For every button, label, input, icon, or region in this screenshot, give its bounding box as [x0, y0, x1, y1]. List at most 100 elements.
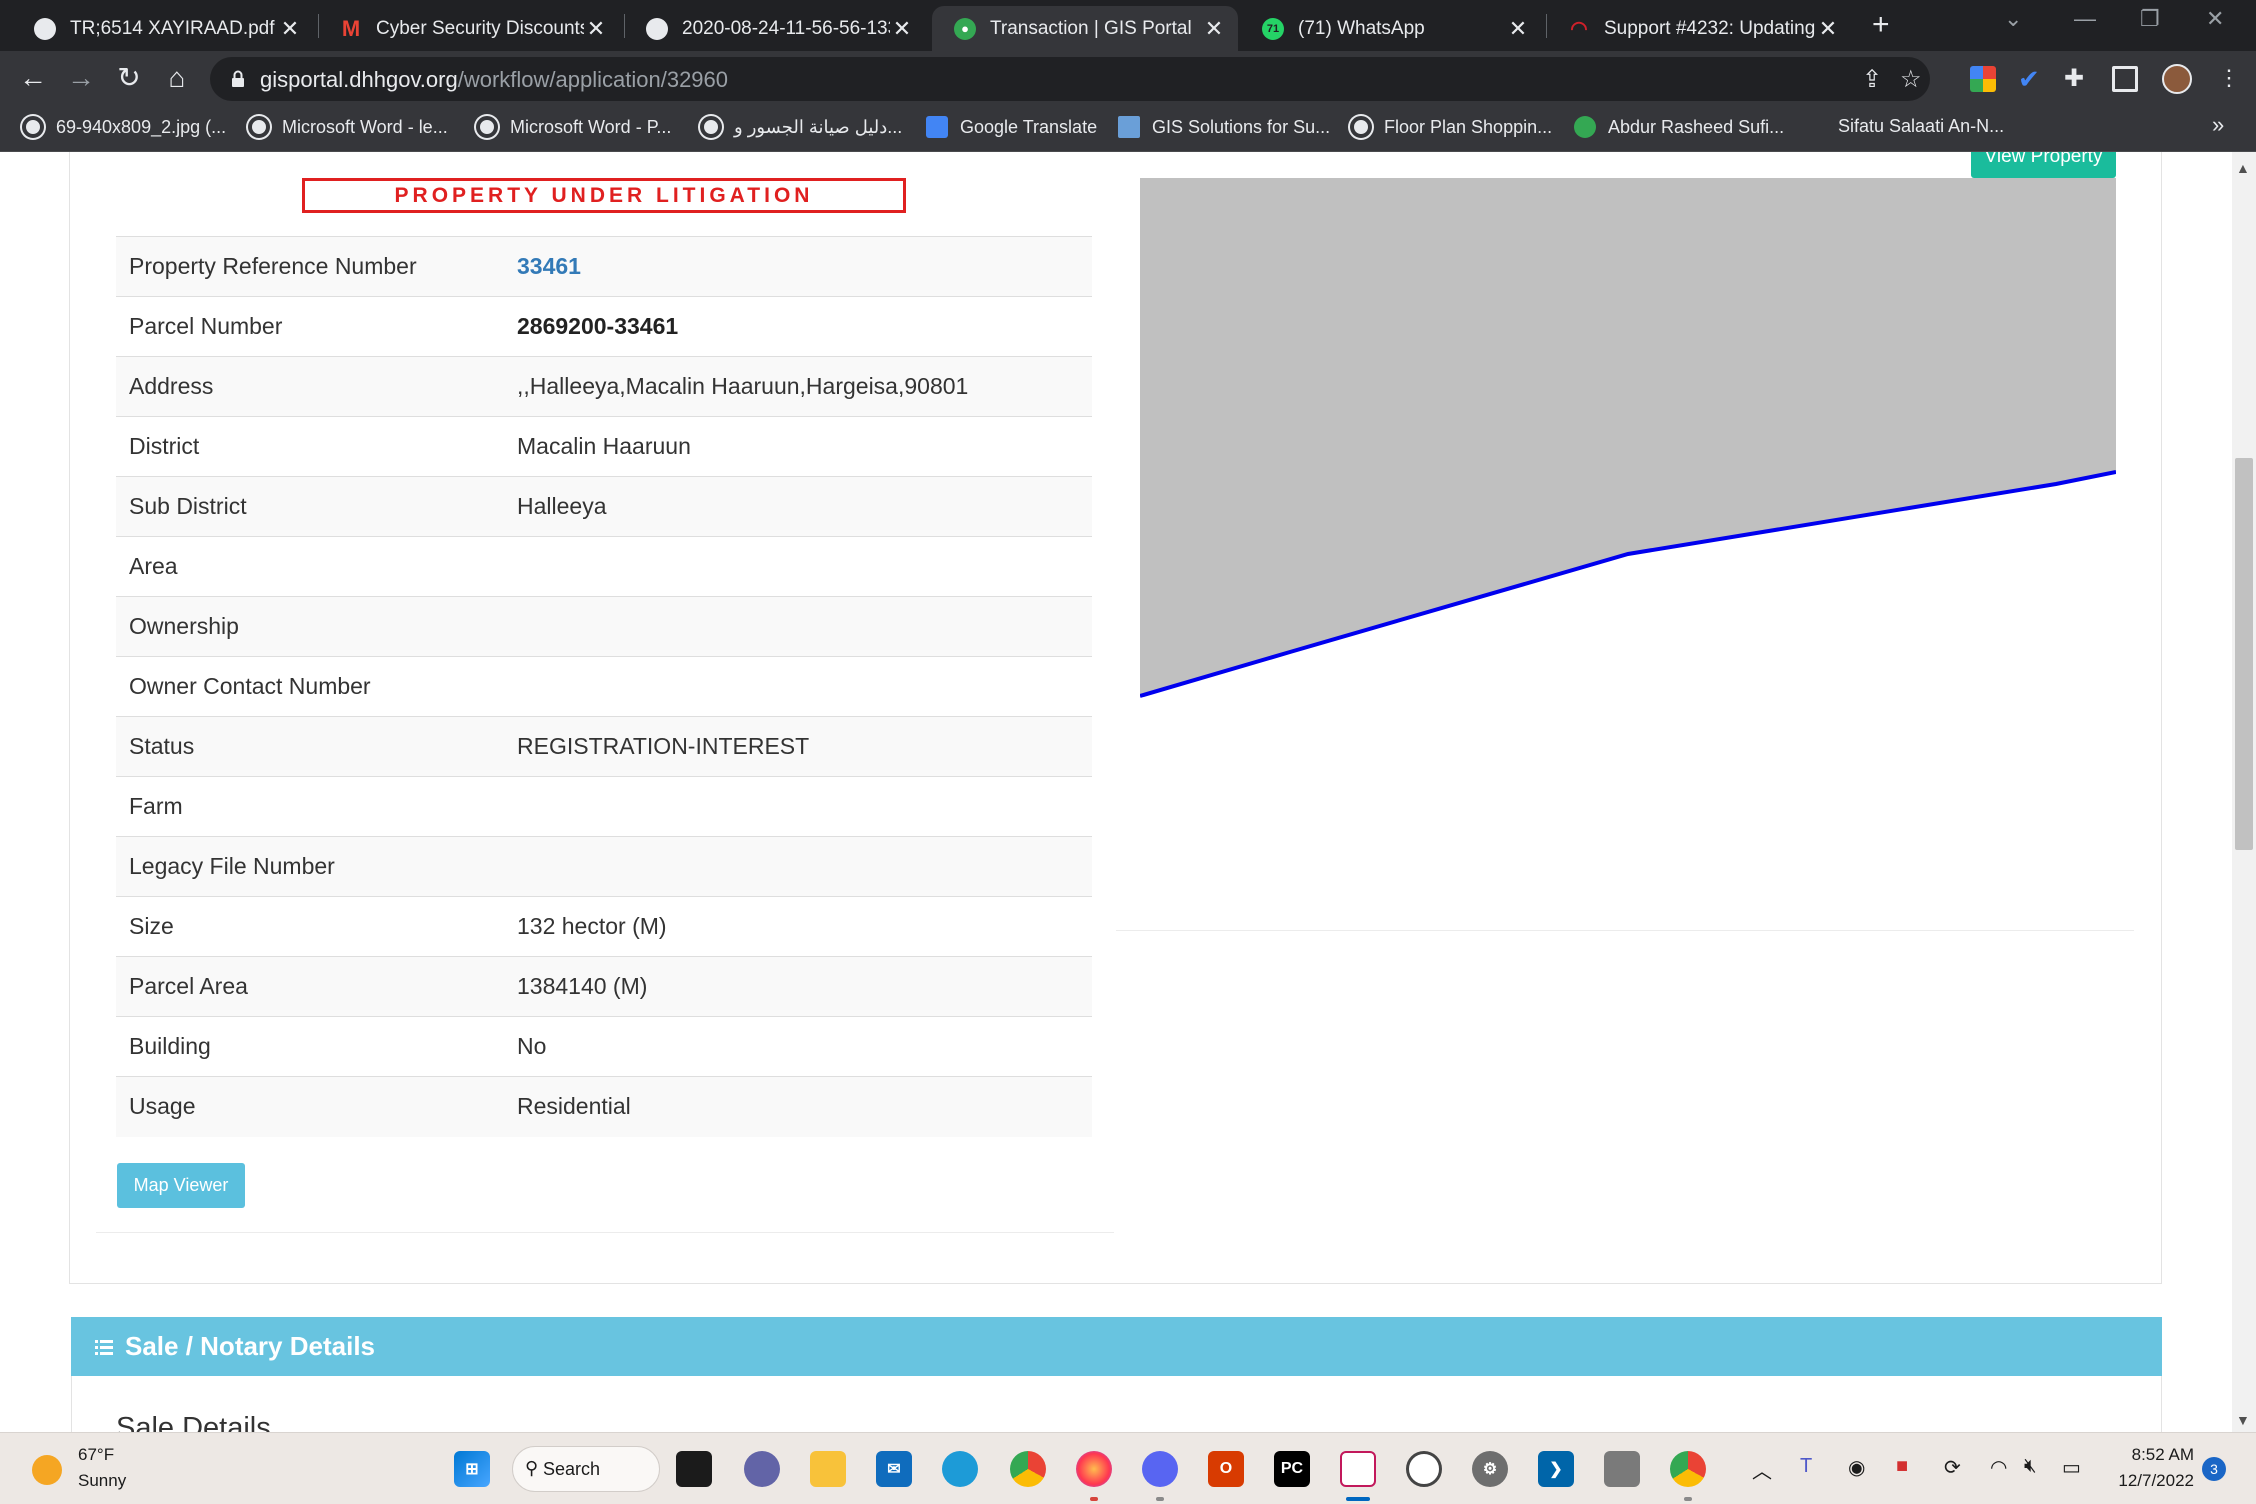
- weather-condition[interactable]: Sunny: [78, 1471, 126, 1491]
- close-icon[interactable]: ✕: [890, 16, 914, 42]
- divider: [96, 1232, 1114, 1233]
- bookmark-label: Floor Plan Shoppin...: [1384, 116, 1553, 137]
- forward-arrow-icon[interactable]: →: [62, 59, 100, 97]
- teams-chat-icon[interactable]: [744, 1451, 780, 1487]
- extensions-puzzle-icon[interactable]: ✚: [2064, 66, 2090, 92]
- chrome-icon[interactable]: [1010, 1451, 1046, 1487]
- sun-weather-icon[interactable]: [32, 1455, 62, 1485]
- restore-icon[interactable]: ❐: [2140, 6, 2160, 32]
- browser-tab-bar: TR;6514 XAYIRAAD.pdf ✕ M Cyber Security …: [0, 0, 2256, 51]
- speaker-muted-icon[interactable]: 🔇︎: [2024, 1455, 2037, 1478]
- map-viewer-button[interactable]: Map Viewer: [117, 1163, 245, 1208]
- notification-count-badge[interactable]: 3: [2202, 1457, 2226, 1481]
- bookmark-item[interactable]: Sifatu Salaati An-N...: [1838, 116, 2004, 137]
- windows-start-icon[interactable]: ⊞: [454, 1451, 490, 1487]
- reload-icon[interactable]: ↻: [110, 59, 148, 97]
- tab-gis-portal[interactable]: ● Transaction | GIS Portal ✕: [932, 6, 1238, 51]
- settings-gear-icon[interactable]: ⚙: [1472, 1451, 1508, 1487]
- table-row: Property Reference Number 33461: [116, 236, 1092, 297]
- tab-whatsapp[interactable]: 71 (71) WhatsApp ✕: [1240, 6, 1542, 51]
- back-arrow-icon[interactable]: ←: [14, 59, 52, 97]
- taskbar-search-box[interactable]: ⚲ Search: [512, 1446, 660, 1492]
- battery-icon[interactable]: ▭: [2062, 1455, 2081, 1480]
- bookmark-item[interactable]: Microsoft Word - P...: [476, 116, 671, 138]
- table-row: Ownership: [116, 596, 1092, 657]
- discord-icon[interactable]: [1142, 1451, 1178, 1487]
- property-field-label: Farm: [116, 776, 504, 837]
- close-icon[interactable]: ✕: [1816, 16, 1840, 42]
- table-row: Status REGISTRATION-INTEREST: [116, 716, 1092, 777]
- tab-pdf[interactable]: TR;6514 XAYIRAAD.pdf ✕: [12, 6, 314, 51]
- file-explorer-icon[interactable]: [810, 1451, 846, 1487]
- bookmark-item[interactable]: Microsoft Word - le...: [248, 116, 448, 138]
- bookmarks-overflow-chevron-icon[interactable]: »: [2212, 112, 2224, 138]
- globe-icon: [646, 17, 668, 40]
- clock-date[interactable]: 12/7/2022: [2104, 1471, 2194, 1491]
- bookmark-item[interactable]: Floor Plan Shoppin...: [1350, 116, 1552, 138]
- address-bar[interactable]: gisportal.dhhgov.org/workflow/applicatio…: [210, 57, 1930, 101]
- bookmark-item[interactable]: GIS Solutions for Su...: [1118, 116, 1330, 138]
- bookmark-label: Sifatu Salaati An-N...: [1838, 116, 2005, 136]
- bookmark-item[interactable]: Abdur Rasheed Sufi...: [1574, 116, 1784, 138]
- tab-support[interactable]: ◠ Support #4232: Updating ✕: [1546, 6, 1852, 51]
- snipping-tool-icon[interactable]: [1340, 1451, 1376, 1487]
- scrollbar-thumb[interactable]: [2235, 458, 2253, 850]
- tab-search-chevron-icon[interactable]: ⌄: [2004, 6, 2022, 32]
- tab-gmail[interactable]: M Cyber Security Discounts f ✕: [318, 6, 620, 51]
- new-tab-plus-icon[interactable]: +: [1872, 8, 1890, 42]
- share-icon[interactable]: ⇪: [1862, 65, 1882, 94]
- firefox-icon[interactable]: [1076, 1451, 1112, 1487]
- checkmark-extension-icon[interactable]: ✔: [2018, 66, 2044, 92]
- url-host: gisportal.dhhgov.org: [260, 67, 458, 92]
- search-label: Search: [543, 1458, 601, 1479]
- bookmark-star-icon[interactable]: ☆: [1900, 65, 1922, 94]
- anydesk-tray-icon[interactable]: ■: [1896, 1455, 1908, 1478]
- show-hidden-icons-chevron-icon[interactable]: ︿: [1752, 1455, 1772, 1484]
- calculator-icon[interactable]: [1604, 1451, 1640, 1487]
- close-icon[interactable]: ✕: [278, 16, 302, 42]
- pycharm-icon[interactable]: PC: [1274, 1451, 1310, 1487]
- color-picker-extension-icon[interactable]: [1970, 66, 1996, 92]
- edge-browser-icon[interactable]: [942, 1451, 978, 1487]
- vscode-icon[interactable]: ❯: [1538, 1451, 1574, 1487]
- tab-title: 2020-08-24-11-56-56-133: [682, 17, 890, 39]
- view-property-button[interactable]: View Property: [1971, 152, 2116, 178]
- minimize-icon[interactable]: —: [2074, 6, 2096, 32]
- side-panel-icon[interactable]: [2112, 66, 2138, 92]
- bookmark-item[interactable]: 69-940x809_2.jpg (...: [22, 116, 226, 138]
- wifi-icon[interactable]: ◠: [1990, 1455, 2007, 1480]
- scroll-up-arrow-icon[interactable]: ▲: [2236, 160, 2250, 176]
- menu-kebab-icon[interactable]: ⋮: [2210, 59, 2248, 97]
- task-view-icon[interactable]: [676, 1451, 712, 1487]
- tab-document[interactable]: 2020-08-24-11-56-56-133 ✕: [624, 6, 926, 51]
- chrome-profile-icon[interactable]: [1670, 1451, 1706, 1487]
- weather-temperature[interactable]: 67°F: [78, 1445, 114, 1465]
- tab-title: Cyber Security Discounts f: [376, 17, 584, 39]
- scroll-down-arrow-icon[interactable]: ▼: [2236, 1412, 2250, 1428]
- url-text[interactable]: gisportal.dhhgov.org/workflow/applicatio…: [260, 67, 728, 93]
- clock-time[interactable]: 8:52 AM: [2120, 1445, 2194, 1465]
- office-icon[interactable]: O: [1208, 1451, 1244, 1487]
- parcel-map[interactable]: [1140, 178, 2116, 928]
- bookmark-item[interactable]: دليل صيانة الجسور و...: [700, 116, 902, 138]
- tab-title: Transaction | GIS Portal: [990, 17, 1192, 39]
- sale-notary-section-header[interactable]: Sale / Notary Details: [71, 1317, 2162, 1376]
- property-details-table: Property Reference Number 33461 Parcel Num…: [116, 236, 1092, 1137]
- teams-tray-icon[interactable]: T: [1800, 1455, 1812, 1478]
- property-field-value[interactable]: 33461: [504, 236, 1092, 297]
- discord-tray-icon[interactable]: ◉: [1848, 1455, 1865, 1480]
- clock-app-icon[interactable]: [1406, 1451, 1442, 1487]
- gmail-icon: M: [341, 15, 361, 41]
- mail-icon[interactable]: ✉: [876, 1451, 912, 1487]
- window-close-icon[interactable]: ✕: [2206, 6, 2224, 32]
- close-icon[interactable]: ✕: [1506, 16, 1530, 42]
- profile-avatar[interactable]: [2162, 64, 2192, 94]
- sync-tray-icon[interactable]: ⟳: [1944, 1455, 1961, 1480]
- close-icon[interactable]: ✕: [584, 16, 608, 42]
- property-field-value: Macalin Haaruun: [504, 416, 1092, 477]
- gis-solutions-icon: [1118, 116, 1140, 138]
- close-icon[interactable]: ✕: [1202, 16, 1226, 42]
- bookmark-item[interactable]: Google Translate: [926, 116, 1097, 138]
- lock-icon[interactable]: [228, 69, 248, 89]
- home-icon[interactable]: ⌂: [158, 59, 196, 97]
